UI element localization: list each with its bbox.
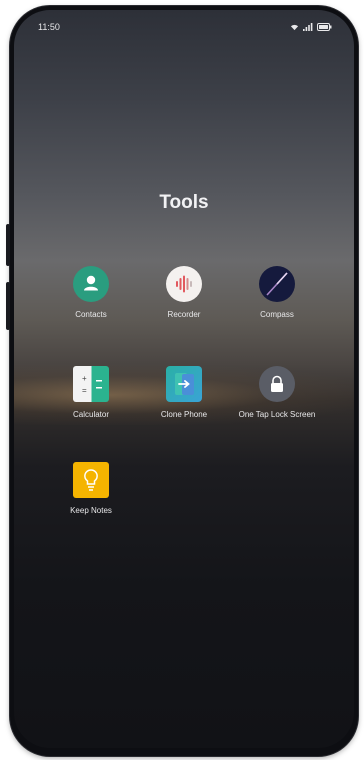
- wifi-icon: [290, 24, 299, 31]
- side-button-upper: [6, 224, 10, 266]
- app-label: Recorder: [167, 310, 201, 319]
- app-contacts[interactable]: Contacts: [46, 266, 136, 320]
- app-label: Clone Phone: [160, 410, 208, 419]
- lock-screen-icon: [259, 366, 295, 402]
- app-compass[interactable]: Compass: [232, 266, 322, 320]
- app-label: Compass: [260, 310, 294, 319]
- calculator-icon: + =: [73, 366, 109, 402]
- home-screen: 11:50 Tools Contacts Recorder Compass + …: [14, 10, 354, 748]
- status-bar: 11:50: [38, 20, 332, 34]
- svg-text:+: +: [82, 374, 87, 383]
- app-recorder[interactable]: Recorder: [139, 266, 229, 320]
- status-time: 11:50: [38, 22, 60, 32]
- app-clone-phone[interactable]: Clone Phone: [139, 366, 229, 420]
- status-icons: [290, 23, 332, 31]
- compass-icon: [259, 266, 295, 302]
- contacts-icon: [73, 266, 109, 302]
- keep-notes-icon: [73, 462, 109, 498]
- recorder-icon: [166, 266, 202, 302]
- app-label: Contacts: [75, 310, 107, 319]
- phone-frame: 11:50 Tools Contacts Recorder Compass + …: [6, 6, 358, 756]
- app-calculator[interactable]: + = Calculator: [46, 366, 136, 420]
- app-keep-notes[interactable]: Keep Notes: [46, 462, 136, 516]
- app-label: One Tap Lock Screen: [238, 410, 316, 419]
- app-one-tap-lock-screen[interactable]: One Tap Lock Screen: [232, 366, 322, 420]
- battery-icon: [317, 23, 332, 31]
- folder-title: Tools: [159, 192, 209, 213]
- app-label: Calculator: [72, 410, 109, 419]
- app-label: Keep Notes: [70, 506, 112, 515]
- signal-icon: [303, 23, 313, 31]
- svg-text:=: =: [82, 386, 87, 395]
- clone-phone-icon: [166, 366, 202, 402]
- side-button-lower: [6, 282, 10, 330]
